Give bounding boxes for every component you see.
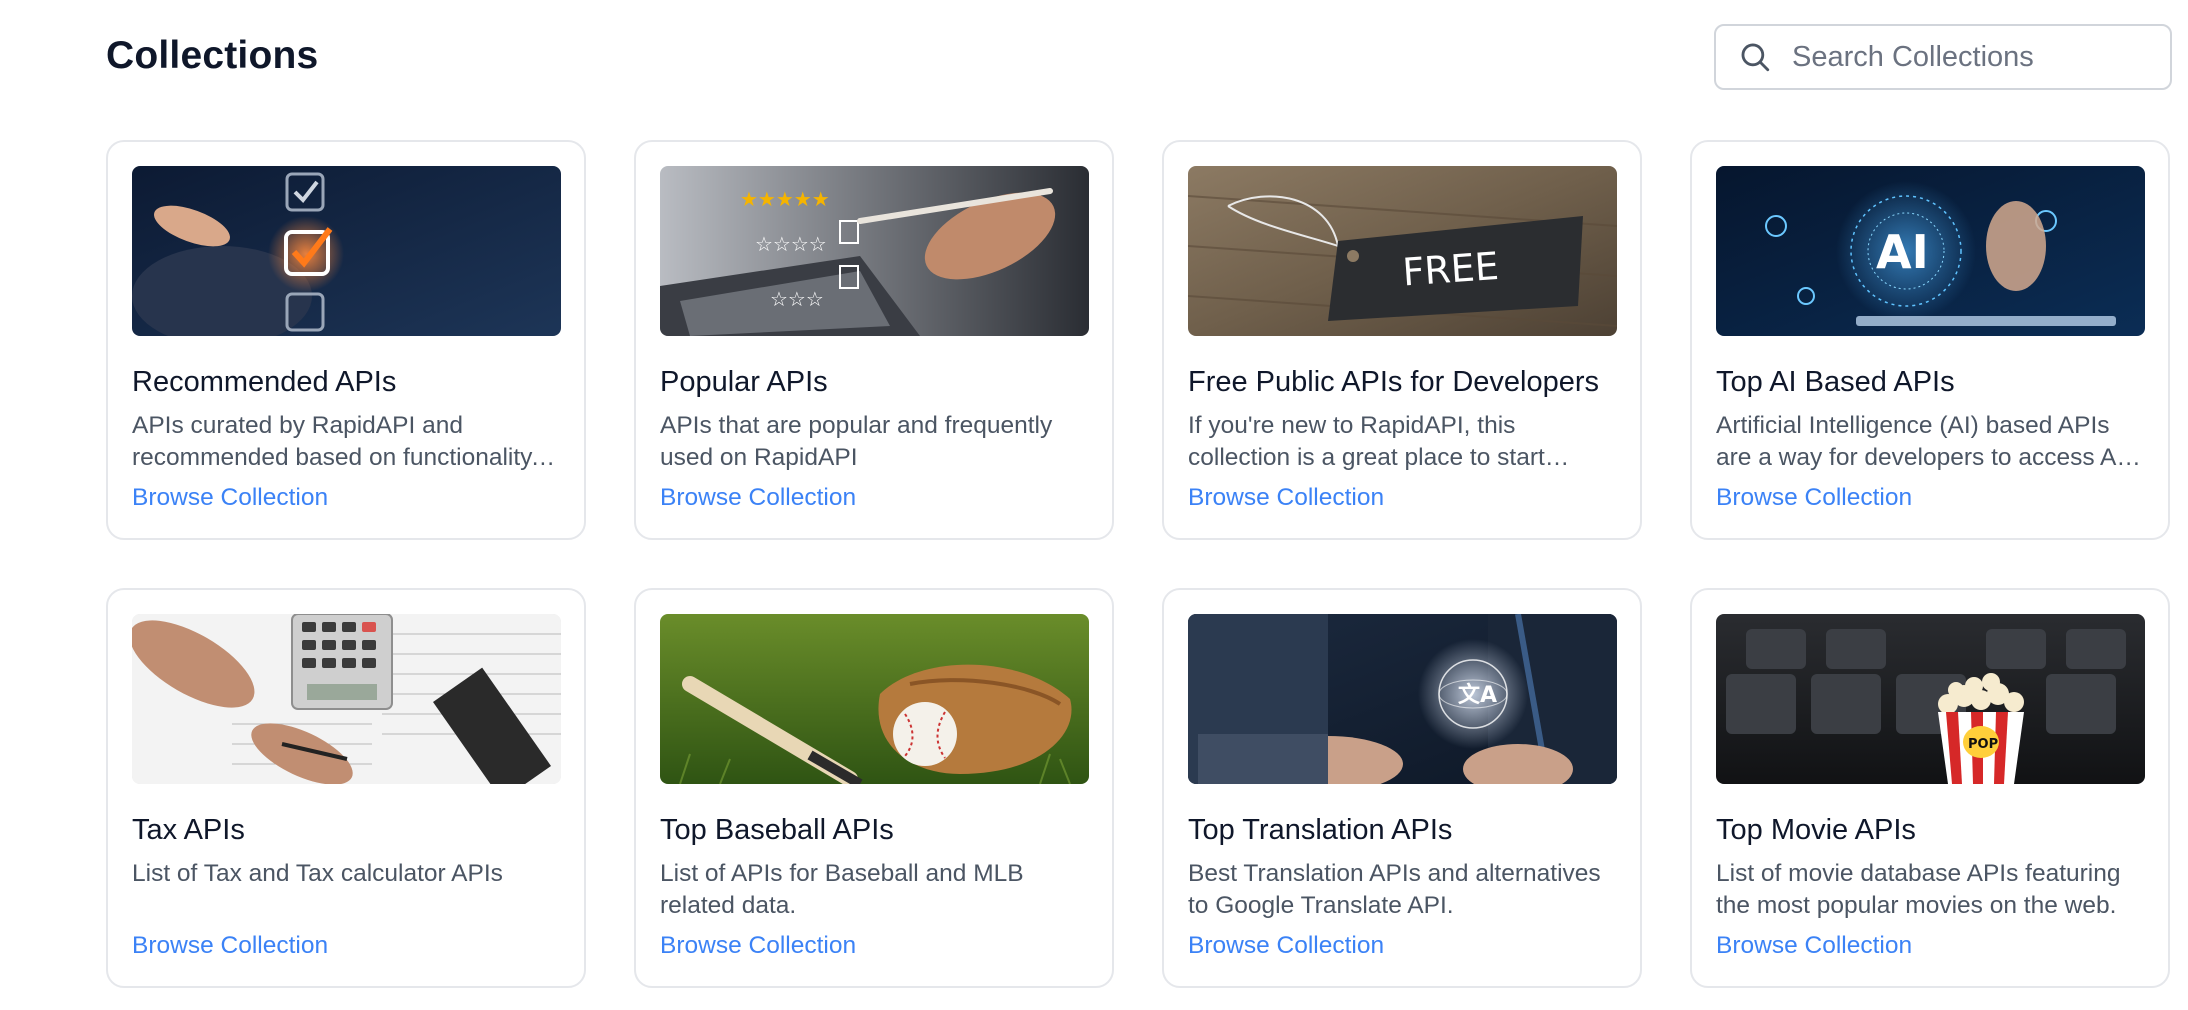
svg-text:★★★★★: ★★★★★ bbox=[740, 187, 830, 211]
free-tag-image: FREE bbox=[1188, 166, 1617, 336]
svg-text:☆☆☆☆: ☆☆☆☆ bbox=[755, 232, 827, 256]
checklist-image bbox=[132, 166, 561, 336]
card-description: List of movie database APIs featuring th… bbox=[1716, 860, 2121, 919]
ai-image: AI bbox=[1716, 166, 2145, 336]
card-title: Free Public APIs for Developers bbox=[1188, 366, 1600, 398]
collection-card-movie[interactable]: POP Top Movie APIs List of movie databas… bbox=[1690, 588, 2170, 988]
collection-card-translation[interactable]: 文A Top Translation APIs Best Translation… bbox=[1162, 588, 1642, 988]
card-title: Top Movie APIs bbox=[1716, 814, 1916, 846]
browse-collection-link[interactable]: Browse Collection bbox=[132, 484, 328, 512]
card-description: List of APIs for Baseball and MLB relate… bbox=[660, 860, 1024, 919]
svg-text:文A: 文A bbox=[1458, 682, 1497, 708]
svg-text:☆☆☆: ☆☆☆ bbox=[770, 287, 824, 311]
svg-text:AI: AI bbox=[1876, 225, 1929, 279]
browse-collection-link[interactable]: Browse Collection bbox=[1716, 932, 1912, 960]
card-description: List of Tax and Tax calculator APIs bbox=[132, 860, 503, 887]
card-description: APIs curated by RapidAPI and recommended… bbox=[132, 412, 538, 471]
browse-collection-link[interactable]: Browse Collection bbox=[132, 932, 328, 960]
collection-card-baseball[interactable]: Top Baseball APIs List of APIs for Baseb… bbox=[634, 588, 1114, 988]
svg-text:POP: POP bbox=[1968, 737, 1998, 752]
popcorn-image: POP bbox=[1716, 614, 2145, 784]
card-title: Top Baseball APIs bbox=[660, 814, 894, 846]
collections-grid: Recommended APIs APIs curated by RapidAP… bbox=[106, 140, 2170, 988]
collection-card-popular[interactable]: ★★★★★ ☆☆☆☆ ☆☆☆ Popular APIs APIs that ar… bbox=[634, 140, 1114, 540]
card-description: Artificial Intelligence (AI) based APIs … bbox=[1716, 412, 2124, 471]
translation-image: 文A bbox=[1188, 614, 1617, 784]
rating-image: ★★★★★ ☆☆☆☆ ☆☆☆ bbox=[660, 166, 1089, 336]
card-title: Top Translation APIs bbox=[1188, 814, 1453, 846]
card-description: If you're new to RapidAPI, this collecti… bbox=[1188, 412, 1545, 471]
search-input[interactable] bbox=[1790, 39, 2171, 75]
browse-collection-link[interactable]: Browse Collection bbox=[1188, 484, 1384, 512]
card-title: Popular APIs bbox=[660, 366, 828, 398]
page-title: Collections bbox=[106, 34, 319, 77]
card-description: APIs that are popular and frequently use… bbox=[660, 412, 1053, 471]
card-title: Top AI Based APIs bbox=[1716, 366, 1955, 398]
search-icon bbox=[1741, 43, 1770, 72]
card-description: Best Translation APIs and alternatives t… bbox=[1188, 860, 1601, 919]
browse-collection-link[interactable]: Browse Collection bbox=[1716, 484, 1912, 512]
browse-collection-link[interactable]: Browse Collection bbox=[660, 484, 856, 512]
collection-card-tax[interactable]: Tax APIs List of Tax and Tax calculator … bbox=[106, 588, 586, 988]
calculator-image bbox=[132, 614, 561, 784]
collection-card-free[interactable]: FREE Free Public APIs for Developers If … bbox=[1162, 140, 1642, 540]
card-title: Tax APIs bbox=[132, 814, 245, 846]
browse-collection-link[interactable]: Browse Collection bbox=[1188, 932, 1384, 960]
baseball-image bbox=[660, 614, 1089, 784]
svg-text:FREE: FREE bbox=[1401, 244, 1500, 295]
collection-card-recommended[interactable]: Recommended APIs APIs curated by RapidAP… bbox=[106, 140, 586, 540]
search-box[interactable] bbox=[1714, 24, 2172, 90]
collection-card-ai[interactable]: AI Top AI Based APIs Artificial Intellig… bbox=[1690, 140, 2170, 540]
browse-collection-link[interactable]: Browse Collection bbox=[660, 932, 856, 960]
card-title: Recommended APIs bbox=[132, 366, 397, 398]
